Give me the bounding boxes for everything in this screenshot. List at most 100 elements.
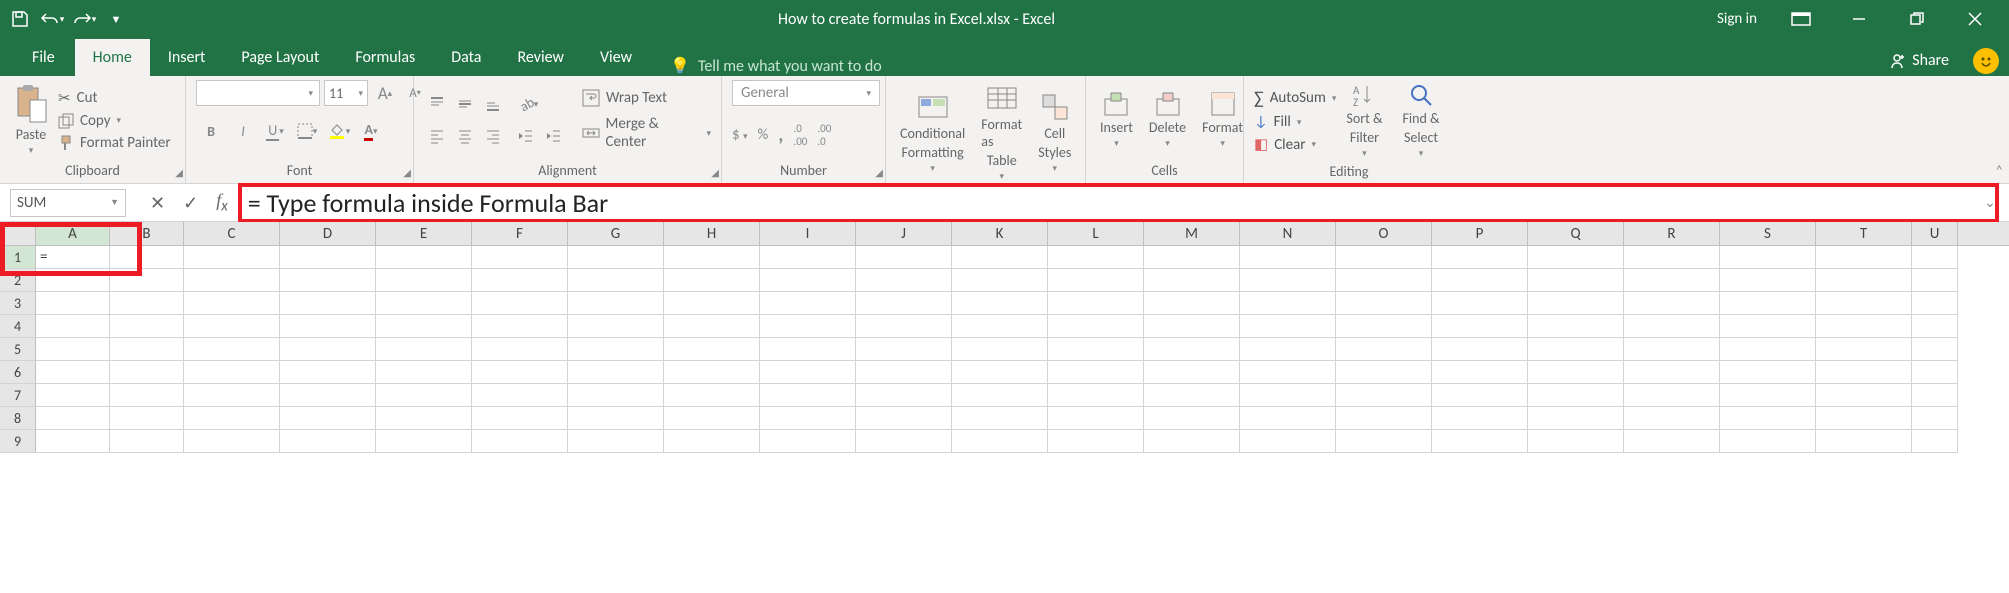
col-header[interactable]: M: [1144, 222, 1240, 245]
cell[interactable]: [952, 430, 1048, 453]
minimize-icon[interactable]: [1831, 0, 1887, 38]
comma-format-button[interactable]: ,: [778, 123, 783, 147]
cell[interactable]: [664, 269, 760, 292]
wrap-text-button[interactable]: Wrap Text: [582, 89, 711, 107]
format-cells-button[interactable]: Format▾: [1198, 89, 1247, 151]
col-header[interactable]: R: [1624, 222, 1720, 245]
cell[interactable]: [376, 384, 472, 407]
cell[interactable]: [568, 246, 664, 269]
cell[interactable]: [1432, 384, 1528, 407]
cell[interactable]: [280, 315, 376, 338]
cell[interactable]: [760, 269, 856, 292]
cell[interactable]: [376, 430, 472, 453]
cell-styles-button[interactable]: CellStyles▾: [1034, 89, 1075, 176]
cell[interactable]: [856, 292, 952, 315]
cell[interactable]: [1336, 338, 1432, 361]
cell[interactable]: [1144, 407, 1240, 430]
feedback-icon[interactable]: [1973, 48, 1999, 74]
row-header[interactable]: 1: [0, 246, 36, 269]
cell[interactable]: [1528, 361, 1624, 384]
cell[interactable]: [568, 269, 664, 292]
cell[interactable]: [1144, 315, 1240, 338]
insert-function-icon[interactable]: fx: [216, 190, 228, 216]
cell[interactable]: [376, 292, 472, 315]
cell[interactable]: [952, 269, 1048, 292]
cell[interactable]: [472, 338, 568, 361]
cell[interactable]: [1336, 292, 1432, 315]
cell[interactable]: [1048, 338, 1144, 361]
cell[interactable]: [110, 338, 184, 361]
cell[interactable]: [1240, 315, 1336, 338]
cell[interactable]: [1528, 269, 1624, 292]
cell[interactable]: [280, 338, 376, 361]
cell[interactable]: [1624, 430, 1720, 453]
cell[interactable]: [280, 246, 376, 269]
cell[interactable]: [1048, 246, 1144, 269]
merge-center-button[interactable]: Merge & Center▾: [582, 115, 711, 151]
cell[interactable]: [664, 361, 760, 384]
align-bottom-icon[interactable]: [480, 91, 506, 117]
expand-formula-bar-icon[interactable]: ⌄: [1981, 194, 1999, 211]
cell[interactable]: [1336, 315, 1432, 338]
cell[interactable]: [1816, 338, 1912, 361]
cell[interactable]: [376, 269, 472, 292]
cell[interactable]: [1816, 315, 1912, 338]
col-header[interactable]: Q: [1528, 222, 1624, 245]
bold-button[interactable]: B: [196, 118, 226, 144]
col-header[interactable]: E: [376, 222, 472, 245]
cell[interactable]: [1912, 407, 1958, 430]
cell[interactable]: [664, 384, 760, 407]
cell[interactable]: [472, 246, 568, 269]
conditional-formatting-button[interactable]: ConditionalFormatting▾: [896, 89, 969, 176]
cell[interactable]: [1720, 292, 1816, 315]
cell[interactable]: [1720, 315, 1816, 338]
cell[interactable]: [280, 430, 376, 453]
number-format-combo[interactable]: General▾: [732, 80, 880, 106]
col-header[interactable]: U: [1912, 222, 1958, 245]
cell[interactable]: [280, 269, 376, 292]
cell[interactable]: [1432, 292, 1528, 315]
col-header[interactable]: J: [856, 222, 952, 245]
cell[interactable]: [1240, 361, 1336, 384]
cell[interactable]: [184, 430, 280, 453]
decrease-indent-icon[interactable]: [512, 123, 538, 149]
cell[interactable]: [952, 407, 1048, 430]
col-header[interactable]: N: [1240, 222, 1336, 245]
cell[interactable]: [472, 269, 568, 292]
cell[interactable]: [856, 246, 952, 269]
qat-customize-icon[interactable]: ▼: [102, 5, 130, 33]
cell[interactable]: [1816, 246, 1912, 269]
accounting-format-button[interactable]: $ ▾: [732, 126, 748, 144]
tab-view[interactable]: View: [582, 39, 650, 76]
cell[interactable]: [664, 407, 760, 430]
cell[interactable]: [1144, 246, 1240, 269]
cell[interactable]: [760, 384, 856, 407]
cell[interactable]: [1432, 315, 1528, 338]
cell[interactable]: [36, 269, 110, 292]
cell[interactable]: [1336, 407, 1432, 430]
cell[interactable]: [1528, 246, 1624, 269]
cell[interactable]: [280, 292, 376, 315]
cell[interactable]: [1432, 361, 1528, 384]
orientation-icon[interactable]: ab▾: [512, 91, 546, 117]
align-middle-icon[interactable]: [452, 91, 478, 117]
name-box[interactable]: SUM▼: [10, 189, 126, 217]
cell[interactable]: [952, 338, 1048, 361]
cell[interactable]: [1720, 338, 1816, 361]
cell[interactable]: [1816, 407, 1912, 430]
cell[interactable]: [376, 338, 472, 361]
cell[interactable]: [856, 269, 952, 292]
cell[interactable]: [36, 292, 110, 315]
col-header[interactable]: I: [760, 222, 856, 245]
delete-cells-button[interactable]: Delete▾: [1145, 89, 1190, 151]
cell[interactable]: [952, 384, 1048, 407]
clear-button[interactable]: ◧Clear▾: [1254, 135, 1336, 154]
cell[interactable]: [1720, 246, 1816, 269]
increase-indent-icon[interactable]: [540, 123, 566, 149]
cell[interactable]: [1720, 430, 1816, 453]
cell[interactable]: [1624, 315, 1720, 338]
format-as-table-button[interactable]: Format asTable▾: [977, 80, 1026, 184]
increase-font-icon[interactable]: A▴: [372, 80, 398, 106]
cell[interactable]: [184, 338, 280, 361]
cell[interactable]: [1144, 430, 1240, 453]
